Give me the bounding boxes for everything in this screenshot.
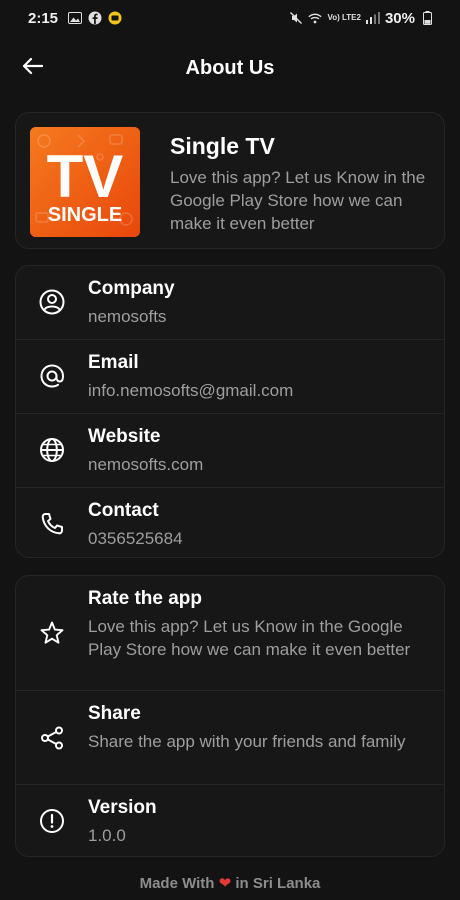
contact-row[interactable]: Contact 0356525684	[16, 488, 444, 557]
contact-value: 0356525684	[88, 529, 183, 548]
app-description: Love this app? Let us Know in the Google…	[170, 168, 426, 233]
share-icon	[38, 724, 66, 752]
app-bar: About Us	[0, 44, 460, 92]
arrow-left-icon	[21, 57, 44, 80]
battery-icon	[420, 11, 434, 25]
rate-app-row[interactable]: Rate the app Love this app? Let us Know …	[16, 576, 444, 691]
version-title: Version	[88, 797, 157, 818]
footer-prefix: Made With	[139, 875, 215, 892]
share-row[interactable]: Share Share the app with your friends an…	[16, 691, 444, 785]
battery-percentage: 30%	[384, 9, 415, 27]
app-links-card: Rate the app Love this app? Let us Know …	[15, 575, 445, 857]
email-title: Email	[88, 352, 139, 373]
rate-app-title: Rate the app	[88, 588, 203, 609]
app-logo: TV SINGLE	[30, 127, 140, 237]
version-row[interactable]: Version 1.0.0	[16, 785, 444, 856]
back-button[interactable]	[18, 54, 46, 82]
footer-suffix: in Sri Lanka	[235, 875, 321, 892]
company-title: Company	[88, 278, 175, 299]
mute-icon	[289, 11, 303, 25]
phone-icon	[38, 510, 66, 538]
contact-title: Contact	[88, 500, 159, 521]
app-notification-icon	[108, 11, 122, 25]
version-value: 1.0.0	[88, 826, 126, 845]
company-row[interactable]: Company nemosofts	[16, 266, 444, 340]
website-row[interactable]: Website nemosofts.com	[16, 414, 444, 488]
app-info: Single TV Love this app? Let us Know in …	[170, 133, 434, 235]
website-value: nemosofts.com	[88, 455, 204, 474]
info-icon	[38, 807, 66, 835]
contact-card: Company nemosofts Email info.nemosofts@g…	[15, 265, 445, 558]
share-title: Share	[88, 703, 141, 724]
company-value: nemosofts	[88, 307, 167, 326]
logo-text-top: TV	[47, 143, 124, 210]
facebook-notification-icon	[88, 11, 102, 25]
page-title: About Us	[185, 56, 275, 79]
app-name: Single TV	[170, 133, 275, 159]
rate-app-description: Love this app? Let us Know in the Google…	[88, 617, 411, 659]
star-icon	[38, 619, 66, 647]
status-time: 2:15	[28, 9, 59, 27]
heart-icon: ❤	[218, 875, 232, 892]
logo-text-bottom: SINGLE	[48, 204, 122, 226]
website-title: Website	[88, 426, 161, 447]
email-value: info.nemosofts@gmail.com	[88, 381, 294, 400]
status-bar: 2:15 Vo) LTE2 30%	[0, 0, 460, 36]
at-sign-icon	[38, 362, 66, 390]
footer-credit: Made With ❤ in Sri Lanka	[0, 874, 460, 892]
network-type-label: Vo) LTE2	[327, 13, 361, 22]
account-circle-icon	[38, 288, 66, 316]
share-description: Share the app with your friends and fami…	[88, 732, 406, 751]
wifi-icon	[308, 11, 323, 25]
app-info-card: TV SINGLE Single TV Love this app? Let u…	[15, 112, 445, 249]
globe-icon	[38, 436, 66, 464]
gallery-notification-icon	[68, 11, 83, 25]
signal-icon	[365, 11, 380, 25]
email-row[interactable]: Email info.nemosofts@gmail.com	[16, 340, 444, 414]
